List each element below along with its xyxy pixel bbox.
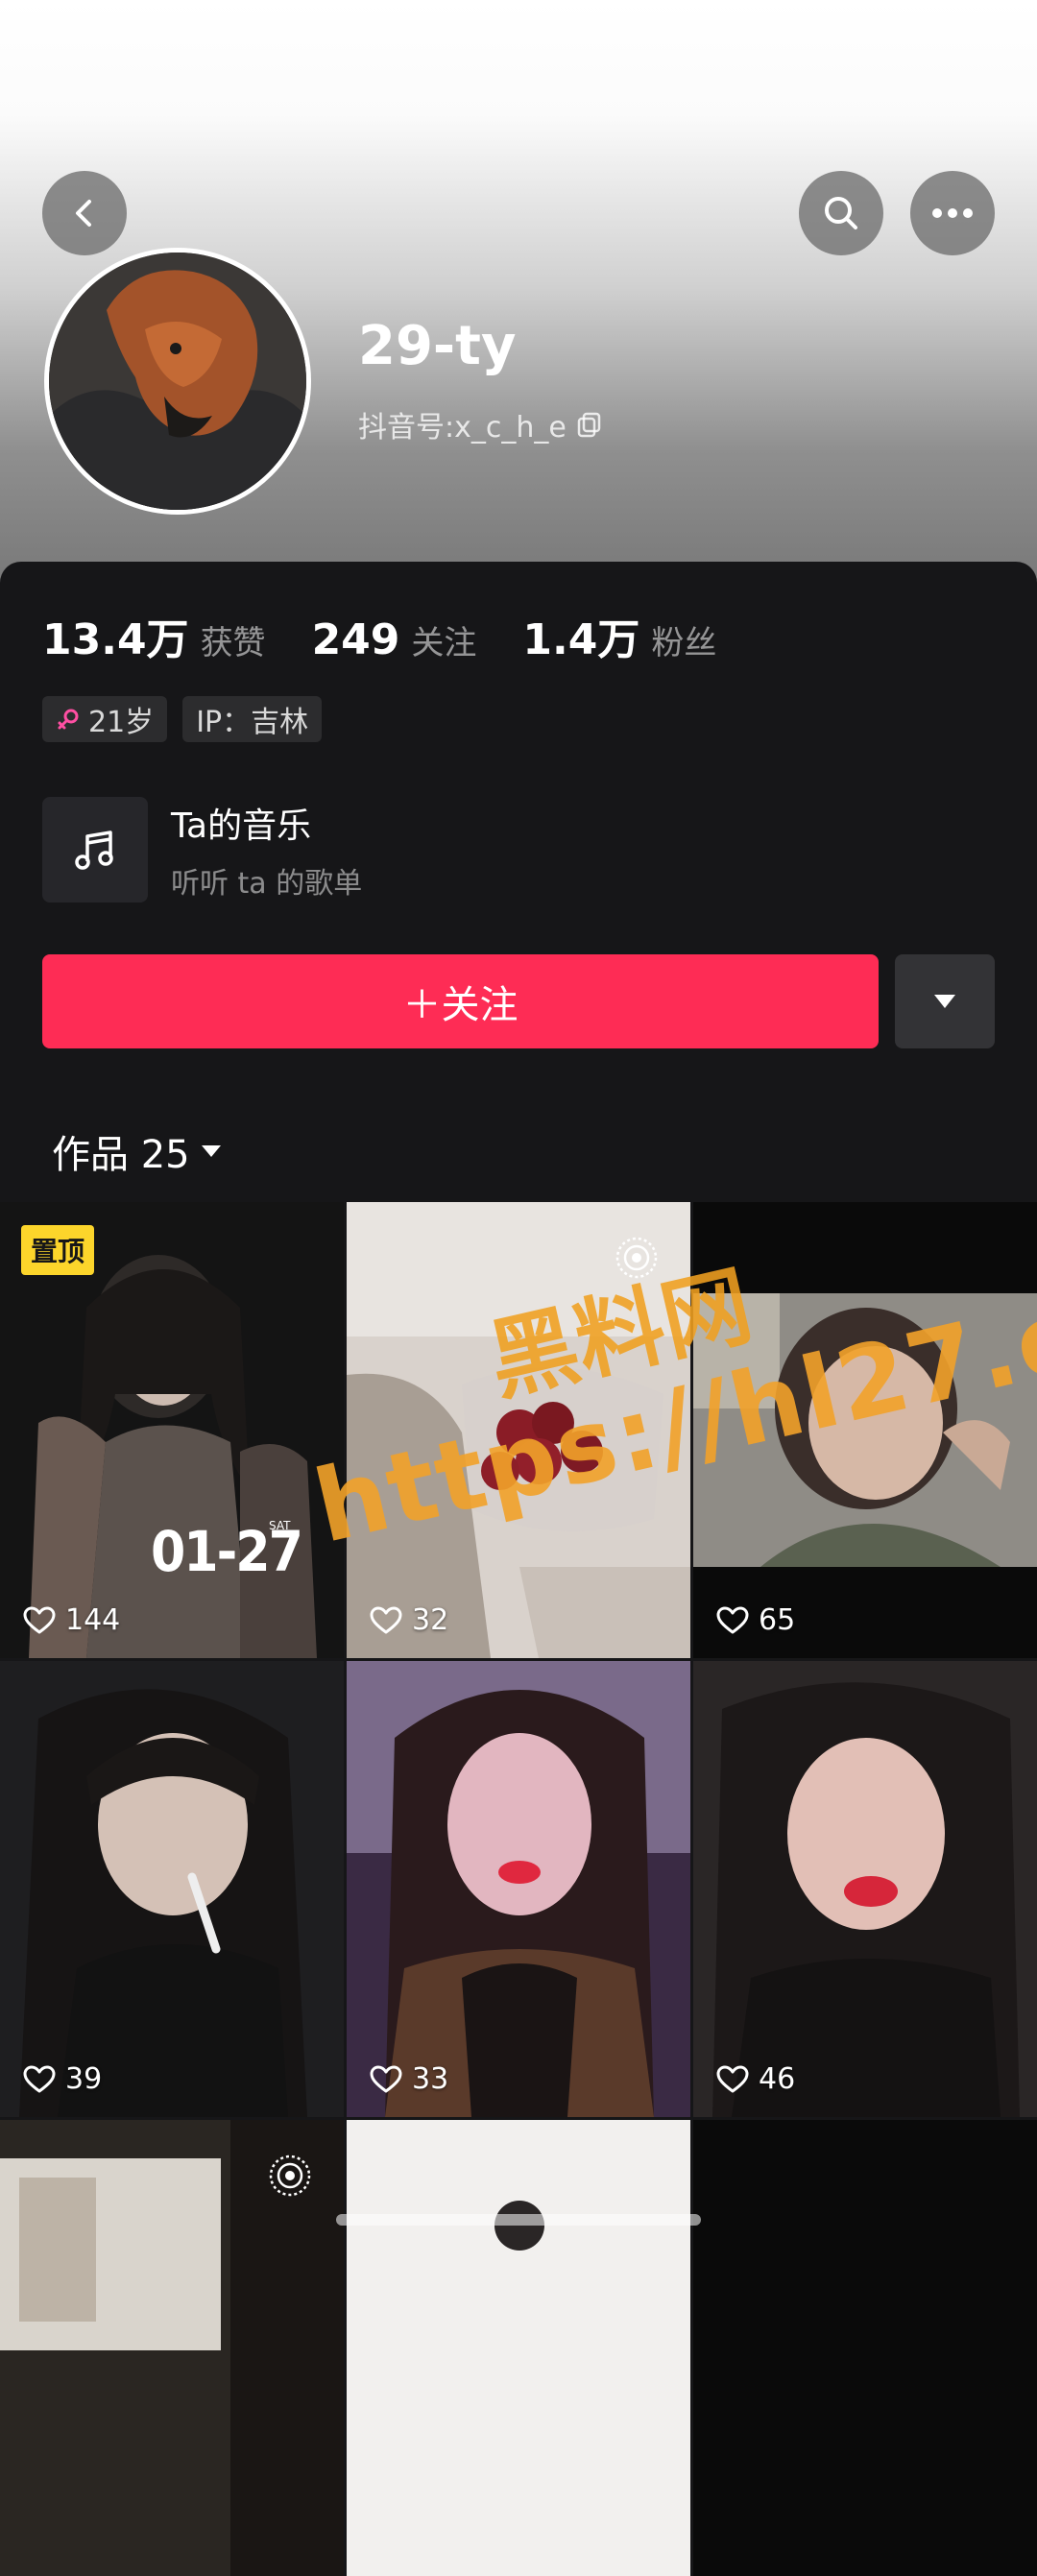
ip-label: IP：吉林 [196, 706, 309, 739]
follow-button[interactable]: ＋关注 [42, 954, 879, 1048]
caret-down-icon [201, 1145, 221, 1157]
avatar-image [49, 253, 306, 510]
heart-icon [716, 1606, 749, 1633]
works-tab-label: 作品 25 [52, 1133, 190, 1177]
follow-label: ＋关注 [402, 983, 518, 1027]
video-thumbnail [347, 1661, 690, 2117]
more-button[interactable] [910, 171, 995, 255]
heart-icon [23, 2065, 56, 2092]
username: 29-ty [358, 315, 517, 377]
chevron-left-icon [76, 200, 91, 227]
like-count-value: 32 [412, 1603, 449, 1637]
like-count-value: 144 [65, 1603, 121, 1637]
like-count-value: 46 [759, 2062, 796, 2096]
search-button[interactable] [799, 171, 883, 255]
back-button[interactable] [42, 171, 127, 255]
like-count-value: 39 [65, 2062, 103, 2096]
video-tile[interactable] [347, 2120, 690, 2576]
like-count: 33 [370, 2062, 448, 2096]
heart-icon [23, 1606, 56, 1633]
followers-count[interactable]: 1.4万 [522, 605, 639, 666]
tab-works[interactable]: 作品 25 [52, 1123, 223, 1179]
stats-row: 13.4万 获赞 249 关注 1.4万 粉丝 [42, 605, 762, 666]
age-label: 21岁 [88, 706, 155, 739]
home-indicator[interactable] [336, 2214, 701, 2226]
age-tag: 21岁 [42, 696, 168, 742]
likes-count: 13.4万 [42, 615, 189, 664]
like-count: 32 [370, 1603, 448, 1637]
female-icon [58, 709, 79, 730]
video-tile[interactable]: 置顶 01-27 SAT 144 [0, 1202, 344, 1658]
video-thumbnail [693, 1661, 1037, 2117]
like-count: 144 [23, 1603, 120, 1637]
heart-icon [370, 2065, 402, 2092]
music-entry[interactable]: Ta的音乐 听听 ta 的歌单 [42, 797, 362, 903]
video-thumbnail [0, 1661, 344, 2117]
following-label[interactable]: 关注 [411, 616, 476, 663]
avatar[interactable] [44, 248, 311, 515]
pinned-badge: 置顶 [21, 1225, 95, 1275]
copy-icon[interactable] [576, 411, 603, 438]
video-thumbnail [693, 1202, 1037, 1658]
music-subtitle: 听听 ta 的歌单 [171, 867, 363, 901]
works-grid: 置顶 01-27 SAT 144 32 65 39 33 46 [0, 1202, 1037, 2576]
followers-label[interactable]: 粉丝 [651, 616, 716, 663]
music-thumb [42, 797, 148, 903]
heart-icon [370, 1606, 402, 1633]
more-dots-icon [932, 208, 973, 218]
profile-tags: 21岁 IP：吉林 [42, 696, 323, 742]
likes-label: 获赞 [200, 624, 266, 662]
video-tile[interactable] [0, 2120, 344, 2576]
following-count[interactable]: 249 [312, 615, 400, 664]
douyin-id[interactable]: 抖音号:x_c_h_e [358, 403, 603, 445]
like-count-value: 65 [759, 1603, 796, 1637]
search-icon [825, 197, 857, 229]
like-count-value: 33 [412, 2062, 449, 2096]
video-tile[interactable]: 33 [347, 1661, 690, 2117]
music-note-icon [75, 831, 113, 870]
video-thumbnail [693, 2120, 1037, 2576]
video-tile[interactable]: 32 [347, 1202, 690, 1658]
like-count: 46 [716, 2062, 795, 2096]
date-day-overlay: SAT [269, 1519, 291, 1532]
video-tile[interactable]: 39 [0, 1661, 344, 2117]
triangle-down-icon [934, 995, 955, 1008]
ip-tag: IP：吉林 [182, 696, 323, 742]
like-count: 39 [23, 2062, 102, 2096]
douyin-id-text: 抖音号:x_c_h_e [358, 411, 567, 445]
video-tile[interactable] [693, 2120, 1037, 2576]
heart-icon [716, 2065, 749, 2092]
video-tile[interactable]: 65 [693, 1202, 1037, 1658]
like-count: 65 [716, 1603, 795, 1637]
live-photo-icon [615, 1237, 658, 1279]
live-photo-icon [269, 2155, 311, 2197]
recommend-dropdown-button[interactable] [895, 954, 995, 1048]
video-tile[interactable]: 46 [693, 1661, 1037, 2117]
music-title: Ta的音乐 [171, 807, 312, 846]
video-thumbnail [347, 2120, 690, 2576]
